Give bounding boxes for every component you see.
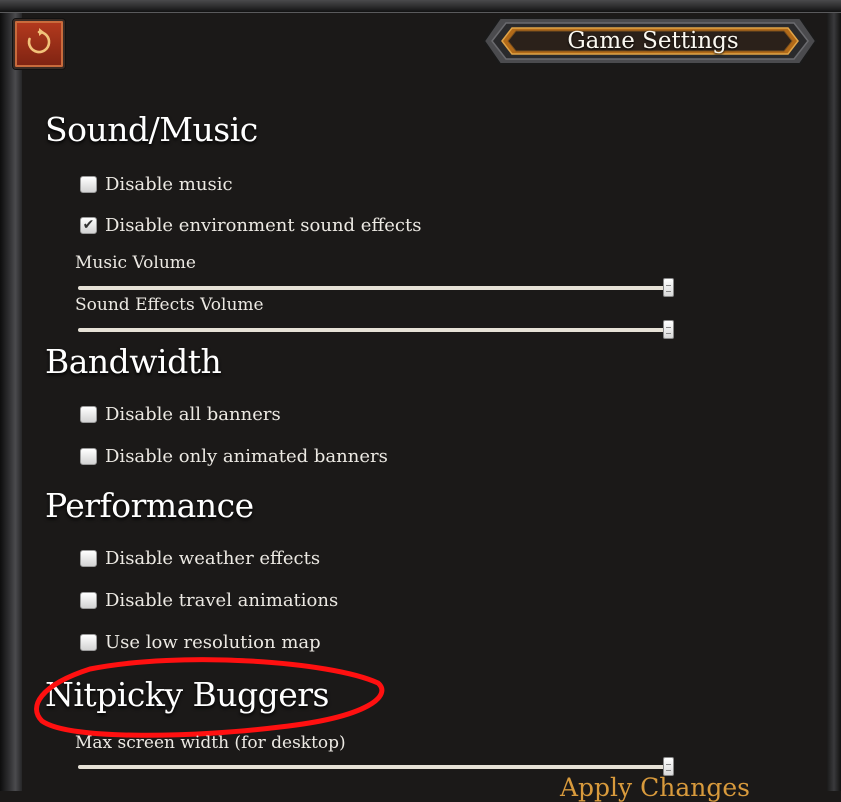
page-title: Game Settings [567, 28, 739, 54]
frame-top-border [0, 0, 841, 13]
section-title-bandwidth: Bandwidth [45, 342, 222, 381]
checkbox-disable-weather-effects[interactable] [80, 549, 97, 567]
option-disable-travel-animations[interactable]: Disable travel animations [80, 588, 338, 612]
option-label: Disable travel animations [105, 589, 339, 611]
option-label: Disable all banners [105, 403, 281, 425]
option-label: Disable environment sound effects [105, 214, 422, 236]
checkbox-disable-all-banners[interactable] [80, 405, 97, 423]
apply-changes-button[interactable]: Apply Changes [560, 773, 750, 802]
title-plaque: Game Settings [478, 14, 818, 68]
section-title-sound-music: Sound/Music [45, 110, 258, 149]
option-disable-animated-banners[interactable]: Disable only animated banners [80, 444, 388, 468]
checkbox-low-resolution-map[interactable] [80, 633, 97, 651]
checkbox-disable-music[interactable] [80, 175, 97, 193]
option-disable-weather-effects[interactable]: Disable weather effects [80, 546, 320, 570]
checkbox-disable-environment-sound[interactable]: ✔ [80, 216, 97, 234]
checkbox-disable-animated-banners[interactable] [80, 447, 97, 465]
checkbox-disable-travel-animations[interactable] [80, 591, 97, 609]
option-label: Use low resolution map [105, 631, 321, 653]
slider-track [78, 286, 668, 290]
option-disable-all-banners[interactable]: Disable all banners [80, 402, 281, 426]
section-title-nitpicky-buggers: Nitpicky Buggers [45, 675, 329, 714]
option-disable-music[interactable]: Disable music [80, 172, 233, 196]
slider-track [78, 328, 668, 332]
frame-right-border [827, 0, 841, 791]
frame-left-border [0, 0, 22, 791]
slider-thumb[interactable] [663, 320, 674, 339]
sound-effects-volume-slider[interactable] [78, 320, 674, 340]
option-label: Disable music [105, 173, 233, 195]
option-disable-environment-sound[interactable]: ✔ Disable environment sound effects [80, 213, 421, 237]
refresh-button[interactable] [13, 19, 65, 69]
max-screen-width-label: Max screen width (for desktop) [75, 733, 346, 753]
option-low-resolution-map[interactable]: Use low resolution map [80, 630, 321, 654]
slider-track [78, 765, 668, 769]
option-label: Disable only animated banners [105, 445, 388, 467]
music-volume-label: Music Volume [75, 253, 196, 273]
sound-effects-volume-label: Sound Effects Volume [75, 295, 264, 315]
slider-thumb[interactable] [663, 278, 674, 297]
section-title-performance: Performance [45, 486, 254, 525]
refresh-icon [24, 27, 54, 61]
option-label: Disable weather effects [105, 547, 321, 569]
